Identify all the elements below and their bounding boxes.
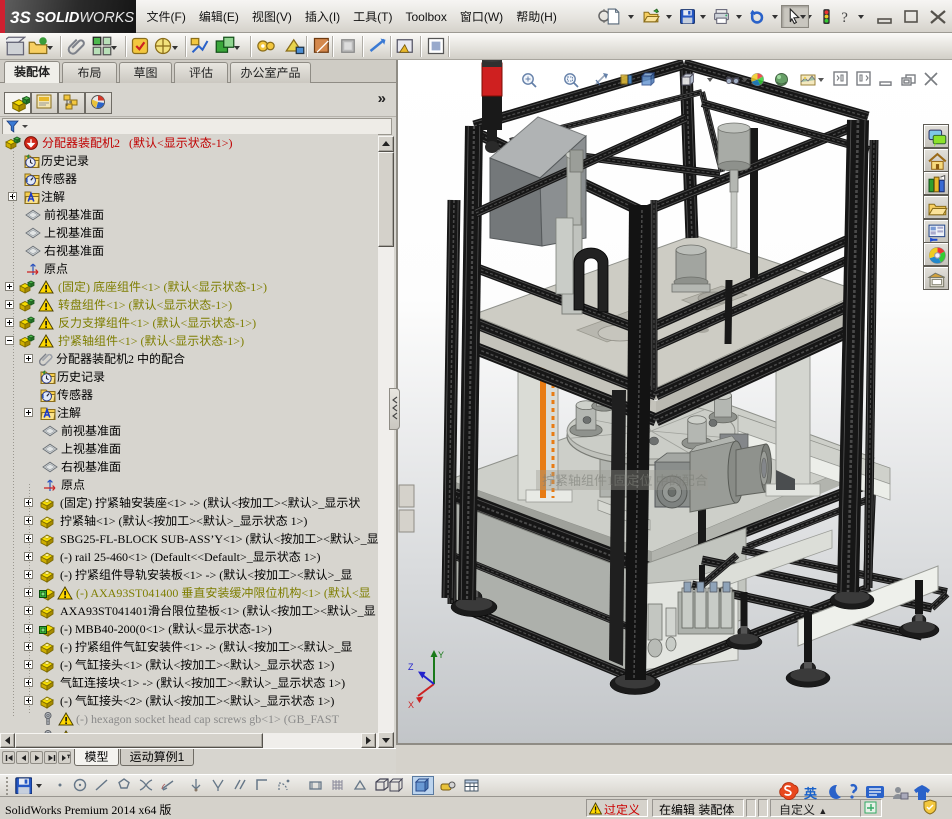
svg-text:3S: 3S <box>10 8 31 27</box>
svg-text:SOLIDWORKS: SOLIDWORKS <box>35 10 134 26</box>
svg-text:拧紧轴组件1固定位 中的配合: 拧紧轴组件1固定位 中的配合 <box>542 470 708 489</box>
svg-text:Y: Y <box>438 650 444 660</box>
svg-text:X: X <box>408 700 414 710</box>
svg-text:Z: Z <box>408 662 414 672</box>
